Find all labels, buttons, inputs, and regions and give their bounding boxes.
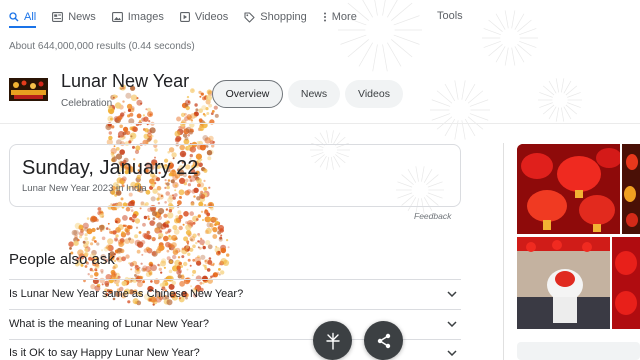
tools-button[interactable]: Tools: [437, 10, 463, 22]
question-item[interactable]: Is Lunar New Year same as Chinese New Ye…: [9, 286, 461, 302]
question-text: Is it OK to say Happy Lunar New Year?: [9, 347, 200, 359]
tag-icon: [244, 11, 255, 23]
answer-caption: Lunar New Year 2023 in India: [22, 183, 147, 194]
knowledge-panel-thumbnail[interactable]: [9, 78, 48, 101]
tab-all[interactable]: All: [9, 11, 36, 23]
people-also-ask-heading: People also ask: [9, 251, 115, 268]
tab-label: News: [68, 11, 96, 23]
lanterns-image[interactable]: [517, 144, 620, 234]
search-icon: [9, 12, 19, 22]
tab-label: More: [331, 11, 357, 23]
chevron-down-icon: [447, 321, 457, 327]
tab-shopping[interactable]: Shopping: [244, 11, 307, 23]
tab-label: Shopping: [260, 11, 307, 23]
video-icon: [179, 12, 190, 22]
tab-label: All: [24, 11, 37, 23]
share-button[interactable]: [364, 321, 403, 360]
more-icon: [323, 12, 326, 22]
knowledge-panel-subtitle: Celebration: [61, 98, 113, 109]
news-icon: [52, 12, 64, 22]
header-divider: [0, 123, 640, 124]
search-tabs: All News Images Videos Shopping More: [9, 8, 373, 26]
chip-overview[interactable]: Overview: [212, 80, 283, 108]
active-tab-indicator: [9, 26, 36, 28]
results-stats: About 644,000,000 results (0.44 seconds): [9, 41, 195, 52]
question-divider: [9, 309, 461, 310]
chevron-down-icon: [447, 291, 457, 297]
feedback-link[interactable]: Feedback: [414, 211, 451, 221]
question-divider: [9, 279, 461, 280]
column-divider: [503, 143, 504, 360]
question-text: What is the meaning of Lunar New Year?: [9, 318, 209, 330]
answer-date: Sunday, January 22: [22, 157, 199, 179]
date-answer-card: Sunday, January 22 Lunar New Year 2023 i…: [9, 144, 461, 207]
share-icon: [377, 333, 390, 348]
tab-videos[interactable]: Videos: [179, 11, 229, 23]
chip-news[interactable]: News: [288, 80, 340, 108]
red-lanterns-image[interactable]: [612, 237, 640, 329]
tab-images[interactable]: Images: [111, 11, 164, 23]
question-text: Is Lunar New Year same as Chinese New Ye…: [9, 288, 244, 300]
fireworks-icon: [325, 332, 340, 350]
tab-label: Videos: [194, 11, 229, 23]
image-icon: [111, 12, 123, 22]
lion-dance-image[interactable]: [517, 237, 610, 329]
tab-more[interactable]: More: [323, 11, 357, 23]
tab-label: Images: [127, 11, 164, 23]
chip-videos[interactable]: Videos: [345, 80, 403, 108]
more-images-strip[interactable]: [517, 342, 640, 360]
knowledge-panel-title: Lunar New Year: [61, 71, 190, 91]
fireworks-button[interactable]: [313, 321, 352, 360]
chevron-down-icon: [447, 350, 457, 356]
street-lanterns-image[interactable]: [622, 144, 640, 234]
tab-news[interactable]: News: [52, 11, 96, 23]
